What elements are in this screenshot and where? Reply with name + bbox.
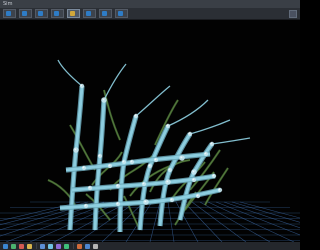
grid-line [239, 201, 300, 219]
grid-line [101, 201, 145, 243]
joint-highlight [108, 164, 111, 167]
toolbar-tab-8[interactable] [115, 9, 128, 18]
joint-highlight [204, 152, 207, 155]
status-icon-8[interactable] [64, 243, 69, 249]
toolbar-tab-5[interactable] [67, 9, 80, 18]
branch [189, 119, 231, 135]
joint-highlight [74, 148, 77, 151]
joint-highlight [166, 124, 169, 127]
joint-highlight [170, 198, 173, 201]
window-title: Sim [3, 1, 13, 7]
branch [167, 99, 209, 127]
joint-highlight [192, 178, 195, 181]
status-icon-2[interactable] [11, 243, 16, 249]
joint-highlight [210, 142, 213, 145]
joint-highlight [218, 188, 221, 191]
joint-highlight [166, 180, 169, 183]
joint-highlight [212, 174, 215, 177]
status-icon-11[interactable] [93, 243, 98, 249]
foliage-strand [102, 89, 121, 141]
status-icon-5[interactable] [40, 243, 45, 249]
app-window: Sim [0, 0, 300, 250]
joint-highlight [180, 156, 183, 159]
toolbar-tab-2[interactable] [19, 9, 32, 18]
joint-highlight [142, 182, 145, 185]
status-separator [73, 243, 74, 249]
grid-line [167, 201, 175, 243]
grid-line [191, 201, 247, 243]
tab-icon [54, 11, 59, 16]
joint-highlight [122, 160, 125, 163]
toolbar-tabs [0, 8, 300, 19]
joint-highlight [168, 168, 171, 171]
tab-icon [86, 11, 91, 16]
grid-line [215, 201, 300, 236]
branch [135, 85, 171, 117]
joint-highlight [116, 202, 119, 205]
joint-highlight [192, 170, 195, 173]
tab-icon [38, 11, 43, 16]
branch [103, 63, 127, 101]
branch [211, 137, 251, 145]
grid-line [207, 201, 295, 243]
tab-icon [118, 11, 123, 16]
tab-icon [102, 11, 107, 16]
status-icon-4[interactable] [27, 243, 32, 249]
title-bar: Sim [0, 0, 300, 8]
tab-icon [22, 11, 27, 16]
ground-grid [0, 201, 300, 243]
status-icon-3[interactable] [19, 243, 24, 249]
status-icon-10[interactable] [85, 243, 90, 249]
status-separator [36, 243, 37, 249]
joint-highlight [82, 166, 85, 169]
joint-highlight [98, 154, 101, 157]
tab-icon [70, 11, 75, 16]
joint-highlight [196, 194, 199, 197]
status-icon-1[interactable] [3, 243, 8, 249]
tab-icon [6, 11, 11, 16]
window-button[interactable] [289, 9, 297, 18]
joint-highlight [116, 184, 119, 187]
grid-line [183, 201, 223, 243]
toolbar-tab-3[interactable] [35, 9, 48, 18]
joint-highlight [134, 114, 137, 117]
joint-highlight [84, 204, 87, 207]
joint-highlight [188, 132, 191, 135]
status-icon-9[interactable] [77, 243, 82, 249]
branch [57, 59, 83, 87]
scene-svg [0, 59, 300, 243]
3d-viewport[interactable] [0, 20, 300, 243]
joint-highlight [130, 160, 133, 163]
status-bar [0, 242, 300, 250]
toolbar-tab-4[interactable] [51, 9, 64, 18]
grid-line [199, 201, 271, 243]
joint-highlight [88, 186, 91, 189]
toolbar-tab-1[interactable] [3, 9, 16, 18]
toolbar-tab-7[interactable] [99, 9, 112, 18]
status-icon-6[interactable] [48, 243, 53, 249]
status-icon-7[interactable] [56, 243, 61, 249]
joint-highlight [80, 84, 83, 87]
joint-highlight [148, 164, 151, 167]
joint-highlight [102, 98, 105, 101]
joint-highlight [144, 200, 147, 203]
joint-highlight [154, 158, 157, 161]
toolbar-tab-6[interactable] [83, 9, 96, 18]
